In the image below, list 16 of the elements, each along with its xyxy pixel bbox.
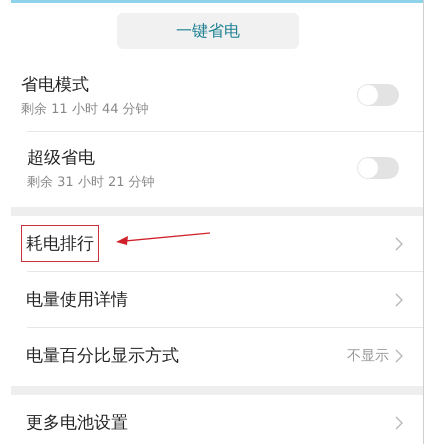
chevron-right-icon bbox=[395, 292, 403, 306]
menu-item-label[interactable]: 电量使用详情 bbox=[21, 281, 133, 318]
chevron-right-icon bbox=[395, 348, 403, 362]
setting-title: 超级省电 bbox=[27, 146, 95, 168]
power-save-button[interactable]: 一键省电 bbox=[117, 13, 299, 49]
setting-value: 不显示 bbox=[347, 346, 389, 364]
toggle-switch[interactable] bbox=[357, 157, 399, 179]
setting-title: 省电模式 bbox=[21, 74, 89, 96]
chevron-right-icon bbox=[395, 236, 403, 250]
menu-item-label[interactable]: 更多电池设置 bbox=[21, 404, 133, 441]
remaining-time: 剩余 31 小时 21 分钟 bbox=[27, 174, 155, 190]
toggle-switch[interactable] bbox=[357, 84, 399, 106]
chevron-right-icon bbox=[395, 416, 403, 430]
menu-item-label[interactable]: 电量百分比显示方式 bbox=[21, 337, 184, 374]
remaining-time: 剩余 11 小时 44 分钟 bbox=[21, 100, 149, 118]
menu-item-label[interactable]: 耗电排行 bbox=[21, 225, 99, 262]
